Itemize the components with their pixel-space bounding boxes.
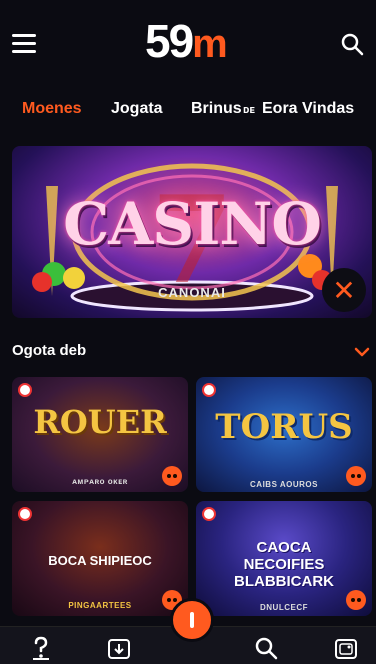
tab-moenes[interactable]: Moenes xyxy=(22,100,82,118)
logo-letter: m xyxy=(192,22,228,66)
tab-jogata[interactable]: Jogata xyxy=(111,100,163,118)
category-tabs: Moenes Jogata Brinus ᴅᴇ Eora Vindas xyxy=(0,88,376,132)
center-action-icon[interactable] xyxy=(170,598,214,642)
game-title: ROUER xyxy=(33,403,167,441)
logo-number: 59 xyxy=(145,15,194,67)
provider-chip-icon xyxy=(18,507,32,521)
search-icon[interactable] xyxy=(253,635,279,661)
game-subtitle: CAIBS AOUROS xyxy=(250,480,318,489)
section-title: Ogota deb xyxy=(12,342,87,359)
more-options-icon[interactable] xyxy=(162,466,182,486)
logo[interactable]: 59m xyxy=(145,15,228,67)
tab-de[interactable]: ᴅᴇ xyxy=(243,104,255,116)
game-card-rouer[interactable]: ROUER ᴀᴍᴘᴀʀᴏ ᴏᴋᴇʀ xyxy=(12,377,188,492)
gallery-icon[interactable] xyxy=(333,635,359,661)
app-header: 59m xyxy=(0,0,376,88)
game-title: CAOCA NECOIFIES BLABBICARK xyxy=(234,539,334,590)
tab-brinus[interactable]: Brinus xyxy=(191,100,242,118)
game-card-torus[interactable]: TORUS CAIBS AOUROS xyxy=(196,377,372,492)
casino-banner[interactable]: 7 CASINO CANONAI ✕ xyxy=(12,146,372,318)
game-subtitle: DNULCECF xyxy=(260,603,308,612)
download-icon[interactable] xyxy=(106,635,132,661)
banner-subtitle: CANONAI xyxy=(158,285,226,300)
tab-eora-vindas[interactable]: Eora Vindas xyxy=(262,100,354,118)
banner-title: CASINO xyxy=(63,190,322,258)
provider-chip-icon xyxy=(202,507,216,521)
provider-chip-icon xyxy=(202,383,216,397)
game-card-boca-shipieoc[interactable]: BOCA SHIPIEOC PINGAARTEES xyxy=(12,501,188,616)
close-icon[interactable]: ✕ xyxy=(322,268,366,312)
game-title: BOCA SHIPIEOC xyxy=(48,553,152,568)
game-title: TORUS xyxy=(215,407,353,447)
game-card-caoca-necoifies[interactable]: CAOCA NECOIFIES BLABBICARK DNULCECF xyxy=(196,501,372,616)
more-options-icon[interactable] xyxy=(346,466,366,486)
provider-chip-icon xyxy=(18,383,32,397)
menu-icon[interactable] xyxy=(12,34,36,54)
more-options-icon[interactable] xyxy=(346,590,366,610)
chevron-down-icon[interactable] xyxy=(354,346,370,358)
search-icon[interactable] xyxy=(340,32,364,56)
help-icon[interactable] xyxy=(28,635,54,661)
